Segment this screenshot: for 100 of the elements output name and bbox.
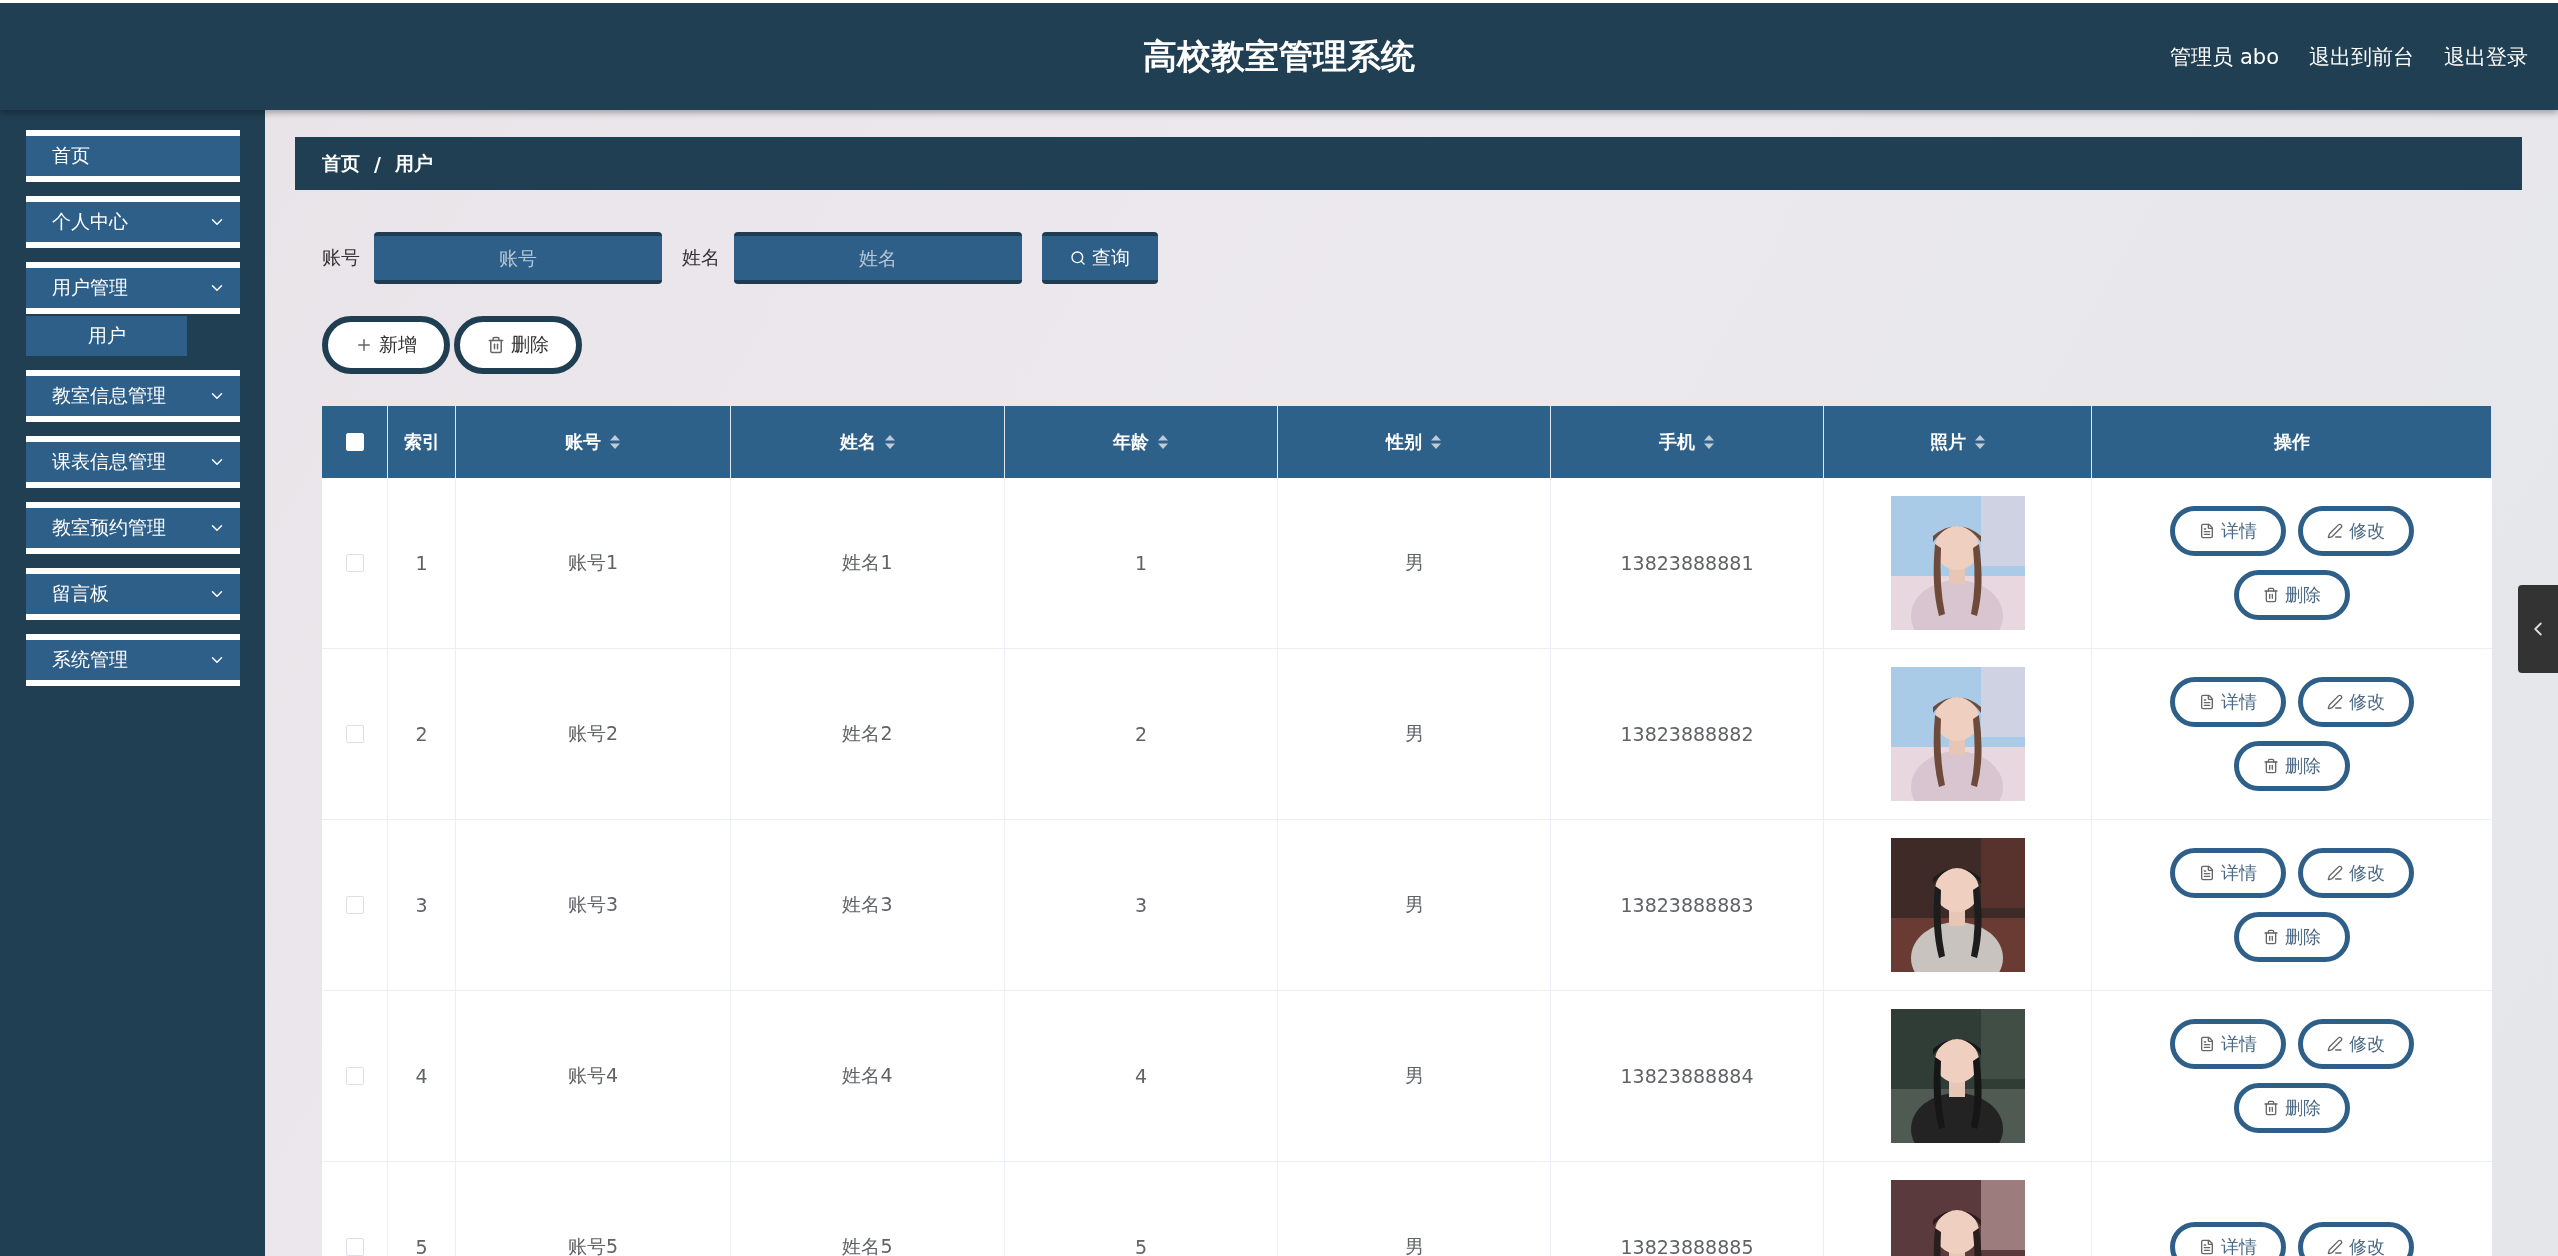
sort-icon[interactable] bbox=[609, 434, 621, 450]
table-cell: 3 bbox=[1134, 894, 1148, 916]
table-cell-text: 姓名4 bbox=[842, 1063, 893, 1088]
column-header: 姓名 bbox=[839, 430, 876, 454]
sidebar-subitem[interactable]: 用户 bbox=[26, 316, 187, 356]
breadcrumb-separator: / bbox=[374, 152, 381, 175]
search-field[interactable]: 姓名 bbox=[734, 232, 1022, 284]
select-all-checkbox[interactable] bbox=[345, 433, 364, 451]
header-link[interactable]: 退出到前台 bbox=[2309, 42, 2414, 71]
sidebar-item[interactable]: 系统管理 bbox=[26, 634, 240, 686]
table-cell-text: 姓名3 bbox=[842, 892, 893, 917]
search-field[interactable]: 账号 bbox=[374, 232, 662, 284]
detail-button[interactable]: 详情 bbox=[2170, 677, 2286, 727]
row-checkbox[interactable] bbox=[345, 554, 364, 572]
table-cell-text: 姓名1 bbox=[842, 550, 893, 575]
table-cell: 13823888884 bbox=[1620, 1065, 1754, 1087]
edit-button[interactable]: 修改 bbox=[2298, 1222, 2414, 1256]
document-icon bbox=[2199, 523, 2215, 539]
column-header: 性别 bbox=[1386, 430, 1422, 454]
sort-icon[interactable] bbox=[1157, 434, 1169, 450]
pencil-icon bbox=[2327, 1239, 2343, 1255]
edit-button[interactable]: 修改 bbox=[2298, 848, 2414, 898]
delete-button[interactable]: 删除 bbox=[2234, 741, 2350, 791]
table-cell: 账号5 bbox=[567, 1234, 619, 1256]
collapse-handle[interactable] bbox=[2518, 585, 2558, 673]
pencil-icon bbox=[2327, 1036, 2343, 1052]
detail-button[interactable]: 详情 bbox=[2170, 506, 2286, 556]
pencil-icon bbox=[2327, 523, 2343, 539]
row-checkbox[interactable] bbox=[345, 1067, 364, 1085]
edit-button[interactable]: 修改 bbox=[2298, 506, 2414, 556]
column-header: 手机 bbox=[1659, 430, 1695, 454]
field-label: 账号 bbox=[322, 245, 360, 270]
pencil-icon bbox=[2327, 694, 2343, 710]
trash-icon bbox=[2263, 758, 2279, 774]
sidebar-item[interactable]: 首页 bbox=[26, 130, 240, 182]
column-header: 照片 bbox=[1929, 430, 1966, 454]
table-cell-text: 男 bbox=[1404, 550, 1424, 575]
table-cell-text: 账号2 bbox=[567, 721, 619, 746]
document-icon bbox=[2199, 1239, 2215, 1255]
edit-button[interactable]: 修改 bbox=[2298, 1019, 2414, 1069]
table-cell-text: 账号4 bbox=[567, 1063, 619, 1088]
row-checkbox[interactable] bbox=[345, 1238, 364, 1256]
trash-icon bbox=[2263, 587, 2279, 603]
table-cell: 13823888881 bbox=[1620, 552, 1754, 574]
table-cell: 4 bbox=[415, 1065, 428, 1087]
column-header: 索引 bbox=[403, 430, 440, 454]
column-header: 年龄 bbox=[1113, 430, 1149, 454]
table-cell: 4 bbox=[1134, 1065, 1148, 1087]
sidebar-item[interactable]: 教室信息管理 bbox=[26, 370, 240, 422]
header-link[interactable]: 管理员 abo bbox=[2170, 42, 2279, 71]
add-button[interactable]: 新增 bbox=[322, 316, 450, 374]
table-cell: 1 bbox=[415, 552, 428, 574]
delete-button[interactable]: 删除 bbox=[2234, 570, 2350, 620]
table-cell: 姓名5 bbox=[842, 1234, 893, 1256]
header-link[interactable]: 退出登录 bbox=[2444, 42, 2528, 71]
table-cell-text: 账号1 bbox=[567, 550, 619, 575]
plus-icon bbox=[355, 336, 373, 354]
column-header: 操作 bbox=[2273, 430, 2310, 454]
sidebar-item[interactable]: 课表信息管理 bbox=[26, 436, 240, 488]
trash-icon bbox=[2263, 1100, 2279, 1116]
detail-button[interactable]: 详情 bbox=[2170, 1019, 2286, 1069]
sidebar-item[interactable]: 留言板 bbox=[26, 568, 240, 620]
app-title: 高校教室管理系统 bbox=[1143, 34, 1415, 78]
table-cell: 3 bbox=[415, 894, 428, 916]
trash-icon bbox=[487, 336, 505, 354]
table-cell: 13823888882 bbox=[1620, 723, 1754, 745]
sort-icon[interactable] bbox=[1703, 434, 1715, 450]
sort-icon[interactable] bbox=[883, 434, 896, 450]
sidebar-item[interactable]: 个人中心 bbox=[26, 196, 240, 248]
row-checkbox[interactable] bbox=[345, 725, 364, 743]
table-cell: 5 bbox=[1134, 1236, 1148, 1256]
delete-button[interactable]: 删除 bbox=[2234, 1083, 2350, 1133]
table-cell: 5 bbox=[415, 1236, 428, 1256]
row-checkbox[interactable] bbox=[345, 896, 364, 914]
search-icon bbox=[1070, 250, 1086, 266]
detail-button[interactable]: 详情 bbox=[2170, 848, 2286, 898]
table-cell: 1 bbox=[1134, 552, 1148, 574]
table-cell: 13823888885 bbox=[1620, 1236, 1754, 1256]
delete-button[interactable]: 删除 bbox=[2234, 912, 2350, 962]
table-cell: 13823888883 bbox=[1620, 894, 1754, 916]
table-cell-text: 姓名2 bbox=[842, 721, 893, 746]
table-cell: 2 bbox=[415, 723, 428, 745]
table-cell: 男 bbox=[1404, 1234, 1424, 1256]
column-header: 账号 bbox=[565, 430, 601, 454]
table-cell-text: 男 bbox=[1404, 1063, 1424, 1088]
pencil-icon bbox=[2327, 865, 2343, 881]
table-cell: 2 bbox=[1134, 723, 1148, 745]
table-cell-text: 账号3 bbox=[567, 892, 619, 917]
edit-button[interactable]: 修改 bbox=[2298, 677, 2414, 727]
trash-icon bbox=[2263, 929, 2279, 945]
sort-icon[interactable] bbox=[1430, 434, 1442, 450]
delete-button[interactable]: 删除 bbox=[454, 316, 582, 374]
table-cell-text: 男 bbox=[1404, 892, 1424, 917]
search-button[interactable]: 查询 bbox=[1042, 232, 1158, 284]
detail-button[interactable]: 详情 bbox=[2170, 1222, 2286, 1256]
sidebar-item[interactable]: 教室预约管理 bbox=[26, 502, 240, 554]
sidebar-item[interactable]: 用户管理 bbox=[26, 262, 240, 314]
sort-icon[interactable] bbox=[1973, 434, 1986, 450]
breadcrumb-link[interactable]: 首页 bbox=[322, 150, 360, 177]
breadcrumb-link[interactable]: 用户 bbox=[394, 150, 433, 177]
